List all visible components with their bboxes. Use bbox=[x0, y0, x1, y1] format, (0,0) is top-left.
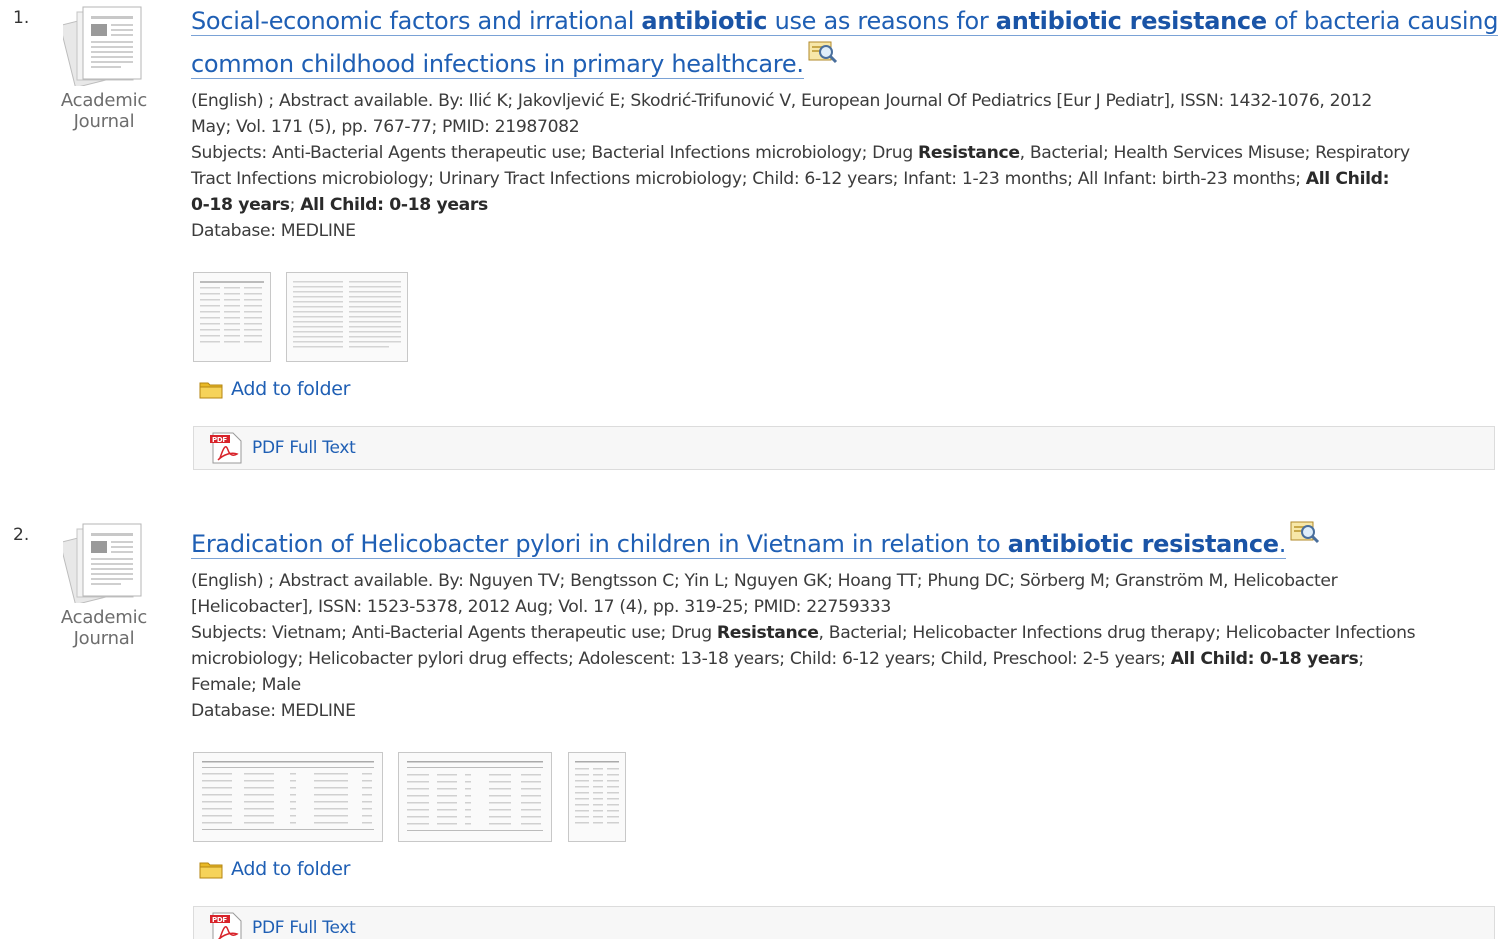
database: Database: MEDLINE bbox=[191, 221, 356, 241]
pdf-full-text-link[interactable]: PDF PDF Full Text bbox=[210, 912, 356, 939]
folder-icon bbox=[199, 862, 223, 879]
result-content: Social-economic factors and irrational a… bbox=[191, 3, 1498, 364]
full-text-bar: PDF PDF Full Text bbox=[193, 426, 1495, 470]
doc-type[interactable]: Academic Journal bbox=[54, 0, 154, 132]
page-thumbnail[interactable] bbox=[568, 752, 626, 842]
title-link[interactable]: Eradication of Helicobacter pylori in ch… bbox=[191, 530, 1286, 559]
page-thumbnails bbox=[191, 752, 1496, 844]
result-number: 2. bbox=[13, 525, 30, 545]
full-text-bar: PDF PDF Full Text bbox=[193, 906, 1495, 939]
svg-text:PDF: PDF bbox=[212, 436, 227, 444]
title-link[interactable]: common childhood infections in primary h… bbox=[191, 50, 804, 79]
result-content: Eradication of Helicobacter pylori in ch… bbox=[191, 520, 1496, 844]
doc-type[interactable]: Academic Journal bbox=[54, 517, 154, 649]
title-link[interactable]: Social-economic factors and irrational a… bbox=[191, 7, 1498, 36]
pdf-icon: PDF bbox=[210, 912, 242, 939]
folder-icon bbox=[199, 382, 223, 399]
pdf-icon: PDF bbox=[210, 432, 242, 464]
journal-page-icon bbox=[63, 523, 142, 603]
add-to-folder-link[interactable]: Add to folder bbox=[199, 378, 351, 400]
page-thumbnail[interactable] bbox=[193, 272, 271, 362]
results-list: 1. Academic Journal Social-economic fact… bbox=[0, 0, 1509, 939]
svg-text:PDF: PDF bbox=[212, 916, 227, 924]
doc-type-label: Academic Journal bbox=[60, 607, 148, 649]
subjects: Subjects: Vietnam; Anti-Bacterial Agents… bbox=[191, 623, 1416, 695]
page-thumbnails bbox=[191, 272, 1496, 364]
magnifier-preview-icon[interactable] bbox=[1290, 520, 1320, 546]
citation: (English) ; Abstract available. By: Ilić… bbox=[191, 91, 1372, 137]
database: Database: MEDLINE bbox=[191, 701, 356, 721]
page-thumbnail[interactable] bbox=[286, 272, 408, 362]
result-number: 1. bbox=[13, 8, 30, 28]
magnifier-preview-icon[interactable] bbox=[808, 40, 838, 66]
citation: (English) ; Abstract available. By: Nguy… bbox=[191, 571, 1338, 617]
journal-page-icon bbox=[63, 6, 142, 86]
result-title: Social-economic factors and irrational a… bbox=[191, 3, 1498, 83]
doc-type-label: Academic Journal bbox=[60, 90, 148, 132]
add-to-folder-link[interactable]: Add to folder bbox=[199, 858, 351, 880]
pdf-full-text-link[interactable]: PDF PDF Full Text bbox=[210, 432, 356, 464]
page-thumbnail[interactable] bbox=[398, 752, 552, 842]
result-title: Eradication of Helicobacter pylori in ch… bbox=[191, 520, 1496, 563]
subjects: Subjects: Anti-Bacterial Agents therapeu… bbox=[191, 143, 1410, 215]
page-thumbnail[interactable] bbox=[193, 752, 383, 842]
